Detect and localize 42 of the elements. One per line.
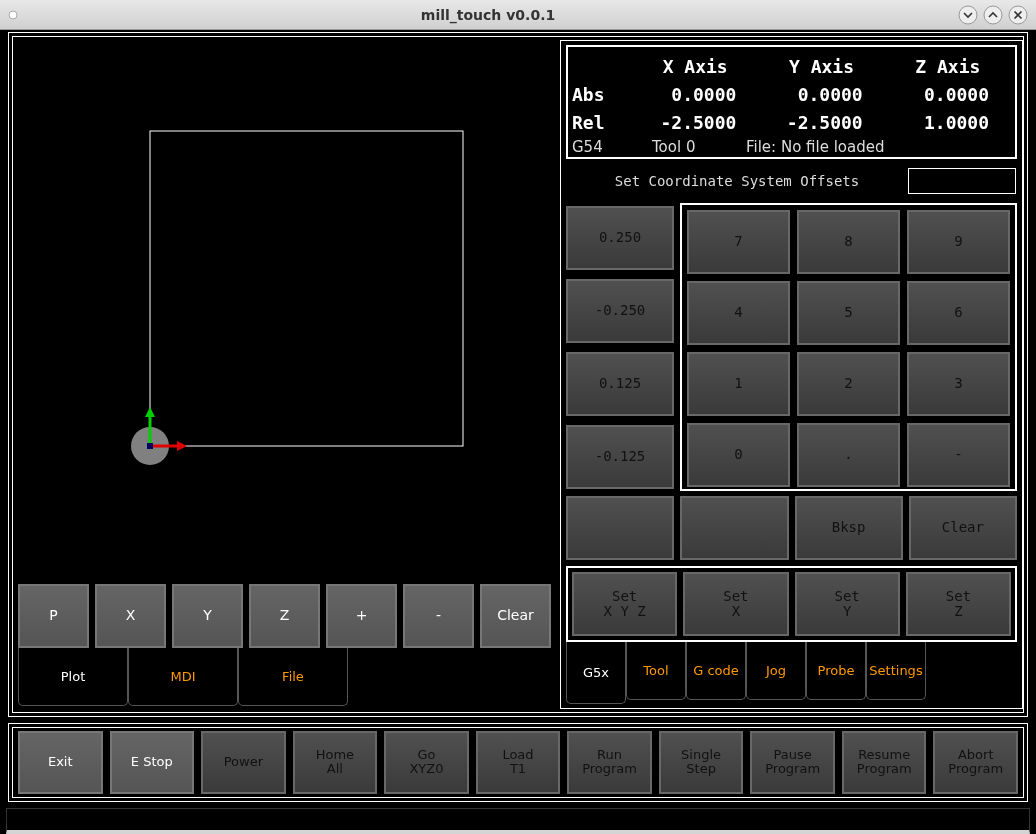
axis-heading: X Axis bbox=[661, 55, 729, 77]
y-axis-arrow bbox=[145, 407, 155, 446]
tab[interactable]: G5x bbox=[566, 642, 626, 704]
plot-button[interactable]: + bbox=[326, 584, 397, 648]
row-label: Abs bbox=[572, 83, 606, 105]
tab[interactable]: G code bbox=[686, 642, 746, 700]
axis-value: 0.0000 bbox=[922, 83, 990, 105]
axis-value: 1.0000 bbox=[922, 111, 990, 133]
x-axis-arrow bbox=[150, 441, 187, 451]
status-text: G54 bbox=[572, 138, 604, 156]
tab[interactable]: Tool bbox=[626, 642, 686, 700]
row-label: Rel bbox=[572, 111, 606, 133]
tab[interactable]: Plot bbox=[18, 648, 128, 706]
axis-value: 0.0000 bbox=[796, 83, 864, 105]
axis-value: -2.5000 bbox=[785, 111, 864, 133]
origin-marker bbox=[147, 443, 153, 449]
plot-button[interactable]: X bbox=[95, 584, 166, 648]
close-icon[interactable] bbox=[1008, 4, 1028, 25]
axis-value: 0.0000 bbox=[670, 83, 738, 105]
toolbar-button[interactable]: E Stop bbox=[109, 731, 195, 794]
plot-button[interactable]: Y bbox=[172, 584, 243, 648]
window-title: mill_touch v0.0.1 bbox=[419, 6, 557, 23]
toolbar-button[interactable]: Exit bbox=[18, 731, 103, 794]
minimize-icon[interactable] bbox=[958, 4, 978, 25]
tab[interactable]: Settings bbox=[866, 642, 926, 700]
section-title: Set Coordinate System Offsets bbox=[613, 173, 861, 189]
tab[interactable]: File bbox=[238, 648, 348, 706]
plot-button[interactable]: Clear bbox=[480, 584, 551, 648]
status-text: File: No file loaded bbox=[746, 138, 885, 156]
tab[interactable]: Jog bbox=[746, 642, 806, 700]
axis-heading: Y Axis bbox=[787, 55, 855, 77]
status-text: Tool 0 bbox=[652, 138, 697, 156]
plot-button[interactable]: P bbox=[18, 584, 89, 648]
maximize-icon[interactable] bbox=[983, 4, 1003, 25]
tab[interactable]: MDI bbox=[128, 648, 238, 706]
plot-button[interactable]: - bbox=[403, 584, 474, 648]
axis-value: -2.5000 bbox=[659, 111, 738, 133]
axis-heading: Z Axis bbox=[914, 55, 982, 77]
tool-marker bbox=[131, 427, 169, 465]
input-field[interactable] bbox=[908, 168, 1016, 194]
plot-button[interactable]: Z bbox=[249, 584, 320, 648]
tab[interactable]: Probe bbox=[806, 642, 866, 700]
